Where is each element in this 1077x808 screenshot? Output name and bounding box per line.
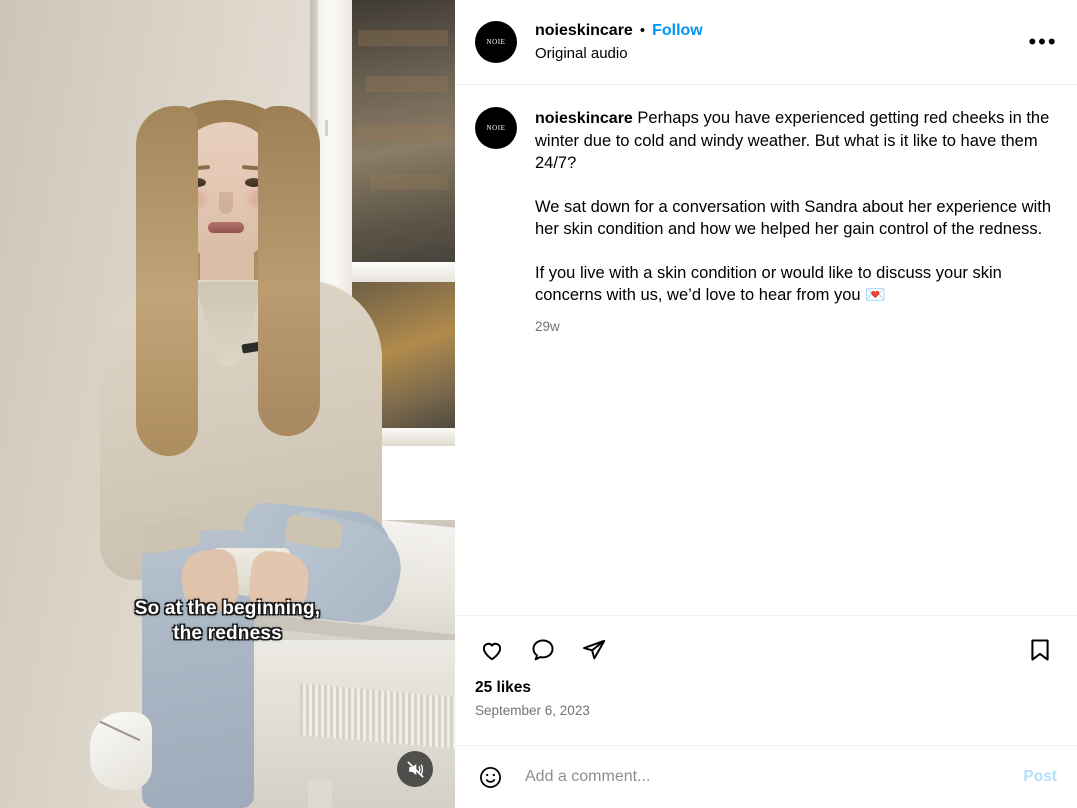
avatar-label: NOIE bbox=[486, 38, 506, 46]
share-icon bbox=[583, 639, 606, 660]
more-options-button[interactable]: ••• bbox=[1023, 22, 1063, 62]
mute-toggle-button[interactable] bbox=[397, 751, 433, 787]
post-header: NOIE noieskincare • Follow Original audi… bbox=[455, 0, 1077, 85]
comment-button[interactable] bbox=[526, 633, 560, 667]
comment-input[interactable] bbox=[525, 768, 1024, 786]
caption-avatar[interactable]: NOIE bbox=[475, 107, 517, 149]
shoe bbox=[90, 712, 152, 790]
likes-count[interactable]: 25 likes bbox=[475, 679, 1057, 697]
emoji-picker-button[interactable] bbox=[475, 762, 505, 792]
follow-button[interactable]: Follow bbox=[652, 22, 703, 40]
emoji-smiley-icon bbox=[479, 766, 501, 788]
header-separator: • bbox=[639, 22, 646, 39]
caption-timestamp: 29w bbox=[535, 319, 560, 334]
caption-block: NOIE noieskincare Perhaps you have exper… bbox=[475, 107, 1057, 334]
person-subject bbox=[90, 100, 411, 808]
action-icon-row bbox=[475, 628, 1057, 672]
save-button[interactable] bbox=[1023, 633, 1057, 667]
speaker-muted-icon bbox=[407, 761, 423, 777]
instagram-post: So at the beginning, the redness NOIE no… bbox=[0, 0, 1077, 808]
caption-paragraph-1: noieskincare Perhaps you have experience… bbox=[535, 107, 1057, 174]
header-username-link[interactable]: noieskincare bbox=[535, 22, 633, 40]
caption-body: noieskincare Perhaps you have experience… bbox=[535, 107, 1057, 334]
caption-paragraph-2: We sat down for a conversation with Sand… bbox=[535, 198, 1052, 238]
video-frame bbox=[0, 0, 455, 808]
bookmark-icon bbox=[1031, 639, 1049, 661]
nose bbox=[219, 192, 233, 214]
post-actions: 25 likes September 6, 2023 bbox=[455, 615, 1077, 745]
post-comment-button[interactable]: Post bbox=[1023, 768, 1057, 786]
caption-username-link[interactable]: noieskincare bbox=[535, 110, 633, 127]
comment-icon bbox=[532, 639, 554, 661]
caption-avatar-label: NOIE bbox=[486, 124, 506, 132]
original-audio-label[interactable]: Original audio bbox=[535, 45, 1023, 62]
mouth bbox=[208, 222, 244, 233]
heart-icon bbox=[482, 642, 502, 661]
header-text-group: noieskincare • Follow Original audio bbox=[535, 22, 1023, 62]
add-comment-bar: Post bbox=[455, 745, 1077, 808]
more-options-icon: ••• bbox=[1028, 29, 1058, 54]
avatar[interactable]: NOIE bbox=[475, 21, 517, 63]
caption-paragraph-3: If you live with a skin condition or wou… bbox=[535, 264, 1002, 304]
hair-front-right bbox=[258, 106, 320, 436]
comments-scroll-area[interactable]: NOIE noieskincare Perhaps you have exper… bbox=[455, 85, 1077, 615]
video-subtitle: So at the beginning, the redness bbox=[134, 598, 321, 644]
header-identity-row: noieskincare • Follow bbox=[535, 22, 1023, 40]
share-button[interactable] bbox=[577, 633, 611, 667]
post-date: September 6, 2023 bbox=[475, 703, 590, 718]
video-player[interactable]: So at the beginning, the redness bbox=[0, 0, 455, 808]
hair-front-left bbox=[136, 106, 198, 456]
post-detail-panel: NOIE noieskincare • Follow Original audi… bbox=[455, 0, 1077, 808]
like-button[interactable] bbox=[475, 633, 509, 667]
